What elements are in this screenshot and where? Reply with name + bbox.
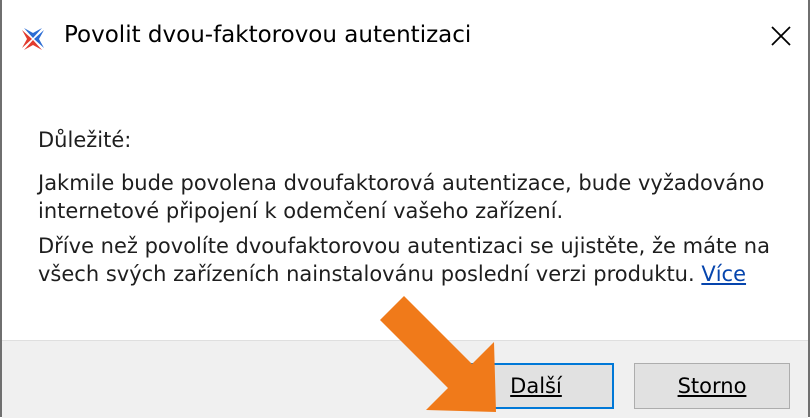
paragraph-internet-required: Jakmile bude povolena dvoufaktorová aute… (38, 169, 764, 225)
more-link[interactable]: Více (701, 262, 746, 286)
close-icon (771, 26, 791, 46)
heading-important: Důležité: (38, 128, 132, 152)
cancel-button-label: Storno (677, 374, 747, 398)
title-bar: Povolit dvou-faktorovou autentizaci (2, 0, 808, 76)
paragraph2-line1: Dříve než povolíte dvoufaktorovou autent… (38, 234, 770, 258)
paragraph2-line2-wrap: všech svých zařízeních nainstalovánu pos… (38, 260, 770, 288)
app-logo-icon (22, 28, 44, 50)
paragraph1-line1: Jakmile bude povolena dvoufaktorová aute… (38, 171, 765, 195)
paragraph2-line2: všech svých zařízeních nainstalovánu pos… (38, 262, 695, 286)
dialog-title: Povolit dvou-faktorovou autentizaci (64, 22, 472, 48)
cancel-button[interactable]: Storno (634, 363, 790, 409)
paragraph1-line2: internetové připojení k odemčení vašeho … (38, 199, 564, 223)
next-button-label: Další (510, 374, 562, 398)
paragraph-update-products: Dříve než povolíte dvoufaktorovou autent… (38, 232, 770, 288)
close-button[interactable] (758, 8, 804, 64)
pointer-arrow-icon (372, 296, 496, 412)
